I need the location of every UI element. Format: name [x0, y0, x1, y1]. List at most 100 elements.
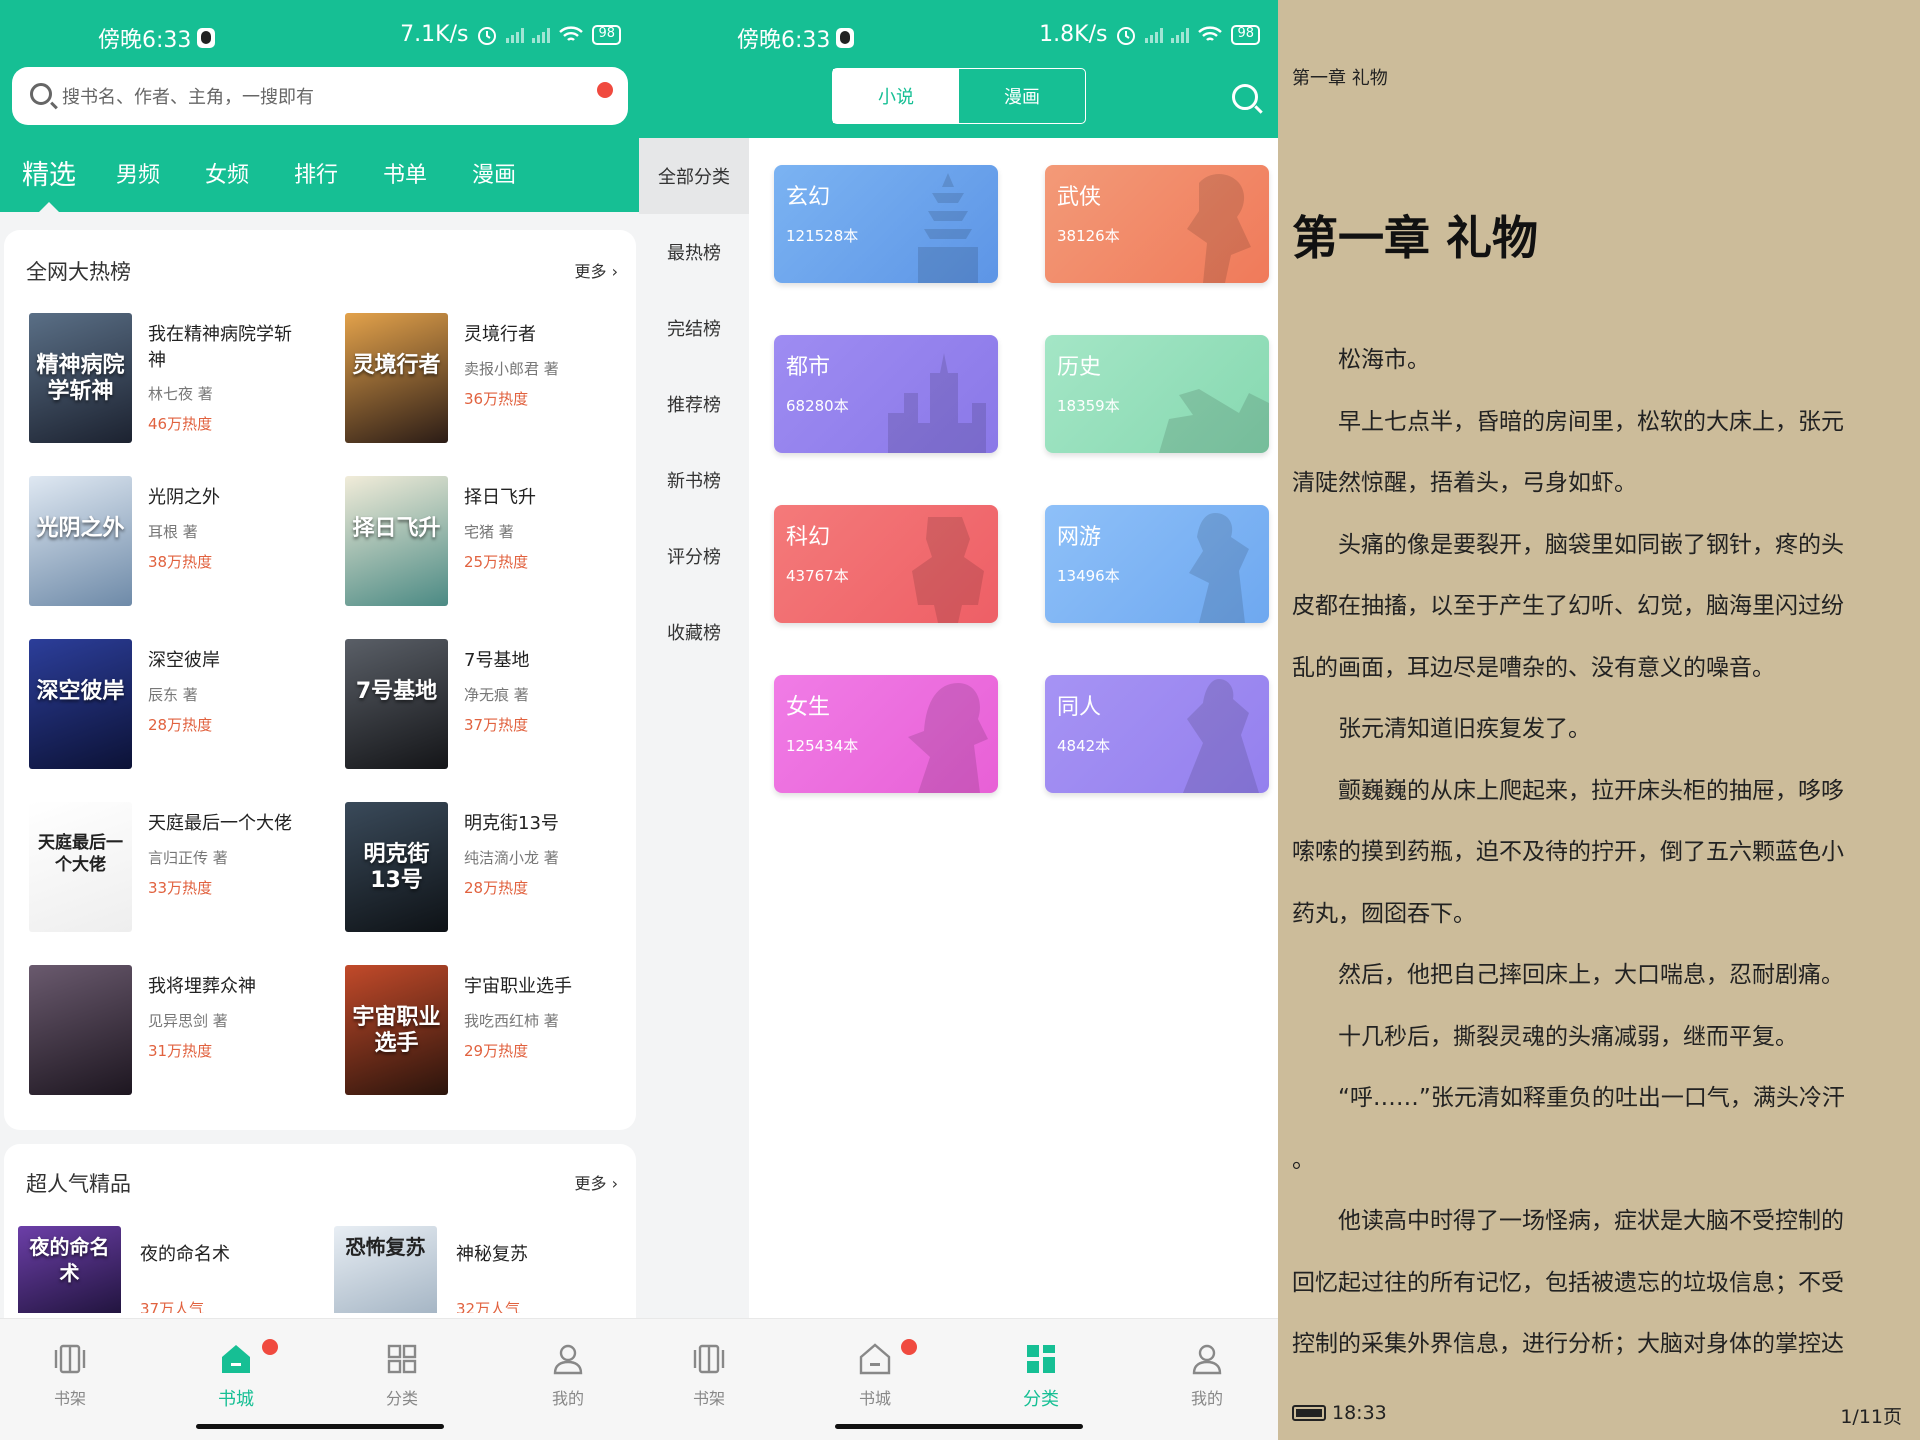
nav-bookstore[interactable]: 书城	[196, 1339, 278, 1411]
segment-comic[interactable]: 漫画	[959, 69, 1085, 123]
text-line: 张元清知道旧疾复发了。	[1338, 716, 1591, 742]
bottom-nav: 书架 书城 分类 我的	[639, 1318, 1278, 1440]
popular-card: 超人气精品 更多 › 夜的命名术 夜的命名术 37万人气 恐怖复苏 神秘复苏 32万人气	[4, 1144, 636, 1344]
book-title: 夜的命名术	[140, 1244, 230, 1265]
category-card[interactable]: 武侠 38126本	[1045, 165, 1269, 283]
category-name: 科幻	[786, 525, 831, 550]
nav-bookshelf[interactable]: 书架	[669, 1341, 749, 1409]
wifi-icon	[559, 25, 584, 41]
qq-icon	[836, 28, 855, 48]
text-line: 控制的采集外界信息，进行分析；大脑对身体的掌控达	[1292, 1331, 1844, 1357]
segment-novel[interactable]: 小说	[833, 69, 959, 123]
category-card[interactable]: 都市 68280本	[774, 335, 998, 453]
book-item[interactable]: 天庭最后一个大佬 天庭最后一个大佬 言归正传 著 33万热度	[29, 802, 329, 937]
nav-bookstore[interactable]: 书城	[835, 1339, 917, 1409]
sidebar-item-new[interactable]: 新书榜	[639, 442, 749, 518]
category-card[interactable]: 同人 4842本	[1045, 675, 1269, 793]
nav-profile[interactable]: 我的	[1167, 1341, 1247, 1409]
book-item[interactable]: 恐怖复苏 神秘复苏 32万人气	[326, 1218, 630, 1313]
book-item[interactable]: 择日飞升 择日飞升 宅猪 著 25万热度	[345, 476, 639, 611]
sidebar-item-all[interactable]: 全部分类	[639, 138, 749, 214]
book-item[interactable]: 光阴之外 光阴之外 耳根 著 38万热度	[29, 476, 329, 611]
nav-profile[interactable]: 我的	[528, 1341, 608, 1409]
search-input[interactable]: 搜书名、作者、主角，一搜即有	[12, 67, 628, 125]
category-card[interactable]: 玄幻 121528本	[774, 165, 998, 283]
text-line: 皮都在抽搐，以至于产生了幻听、幻觉，脑海里闪过纷	[1292, 593, 1844, 619]
book-item[interactable]: 深空彼岸 深空彼岸 辰东 著 28万热度	[29, 639, 329, 774]
home-indicator[interactable]	[196, 1424, 444, 1429]
reader-panel: 第一章 礼物 第一章 礼物 松海市。 早上七点半，昏暗的房间里，松软的大床上，张元…	[1278, 0, 1920, 1440]
category-card[interactable]: 女生 125434本	[774, 675, 998, 793]
more-link[interactable]: 更多 ›	[575, 1170, 619, 1194]
sidebar-item-favorites[interactable]: 收藏榜	[639, 594, 749, 670]
status-time: 傍晚6:33	[737, 28, 831, 53]
tab-male[interactable]: 男频	[116, 157, 160, 189]
tab-booklist[interactable]: 书单	[383, 157, 427, 189]
network-speed: 1.8K/s	[1039, 22, 1108, 47]
category-card[interactable]: 网游 13496本	[1045, 505, 1269, 623]
book-item[interactable]: 7号基地 7号基地 净无痕 著 37万热度	[345, 639, 639, 774]
cover-title: 恐怖复苏	[345, 1235, 426, 1259]
book-title: 光阴之外	[148, 487, 220, 508]
nav-bookshelf[interactable]: 书架	[30, 1341, 110, 1409]
category-tabs: 精选 男频 女频 排行 书单 漫画	[0, 155, 639, 211]
book-author: 卖报小郎君 著	[464, 360, 559, 378]
user-icon	[1192, 1344, 1222, 1375]
home-indicator[interactable]	[835, 1424, 1083, 1429]
warrior-icon	[1189, 513, 1249, 623]
book-title: 我将埋葬众神	[148, 976, 256, 997]
nav-label: 书架	[53, 1389, 86, 1408]
sidebar-item-recommended[interactable]: 推荐榜	[639, 366, 749, 442]
type-switch: 小说 漫画	[832, 68, 1086, 124]
battery-icon	[1292, 1405, 1326, 1421]
page-indicator: 1/11页	[1840, 1406, 1902, 1428]
notification-dot	[597, 82, 613, 98]
text-line: 松海市。	[1338, 347, 1430, 373]
book-cover: 光阴之外	[29, 476, 132, 606]
category-count: 38126本	[1057, 227, 1120, 245]
book-author: 辰东 著	[148, 686, 198, 704]
more-link[interactable]: 更多 ›	[575, 258, 619, 282]
text-line: 他读高中时得了一场怪病，症状是大脑不受控制的	[1338, 1208, 1844, 1234]
category-count: 18359本	[1057, 397, 1120, 415]
book-item[interactable]: 宇宙职业选手 宇宙职业选手 我吃西红柿 著 29万热度	[345, 965, 639, 1100]
book-item[interactable]: 我将埋葬众神 见异思剑 著 31万热度	[29, 965, 329, 1100]
sidebar-item-hottest[interactable]: 最热榜	[639, 214, 749, 290]
book-item[interactable]: 明克街13号 明克街13号 纯洁滴小龙 著 28万热度	[345, 802, 639, 937]
nav-label: 我的	[551, 1389, 584, 1408]
badge-dot	[262, 1339, 278, 1355]
category-count: 43767本	[786, 567, 849, 585]
hot-list-card: 全网大热榜 更多 › 精神病院学斩神 我在精神病院学斩神 林七夜 著 46万热度 灵境行…	[4, 230, 636, 1130]
book-author: 耳根 著	[148, 523, 198, 541]
tab-comics[interactable]: 漫画	[472, 157, 516, 189]
home-icon	[222, 1345, 250, 1373]
category-name: 女生	[786, 695, 831, 720]
category-count: 68280本	[786, 397, 849, 415]
book-item[interactable]: 精神病院学斩神 我在精神病院学斩神 林七夜 著 46万热度	[29, 313, 329, 448]
category-card[interactable]: 历史 18359本	[1045, 335, 1269, 453]
chapter-text[interactable]: 松海市。 早上七点半，昏暗的房间里，松软的大床上，张元 清陡然惊醒，捂着头，弓身如虾…	[1292, 334, 1908, 1380]
bookstore-panel: 傍晚6:33 7.1K/s 98 搜书名、作者、主角，一搜即有 精选 男频 女频…	[0, 0, 639, 1440]
nav-category[interactable]: 分类	[1001, 1341, 1081, 1411]
category-count: 121528本	[786, 227, 859, 245]
text-line: 回忆起过往的所有记忆，包括被遗忘的垃圾信息；不受	[1292, 1269, 1844, 1296]
book-item[interactable]: 夜的命名术 夜的命名术 37万人气	[10, 1218, 314, 1313]
book-heat: 29万热度	[464, 1042, 529, 1060]
book-cover: 精神病院学斩神	[29, 313, 132, 443]
tab-featured[interactable]: 精选	[22, 153, 76, 192]
book-heat: 32万人气	[456, 1300, 521, 1313]
book-author: 见异思剑 著	[148, 1012, 228, 1030]
tab-ranking[interactable]: 排行	[294, 157, 338, 189]
category-card[interactable]: 科幻 43767本	[774, 505, 998, 623]
badge-dot	[901, 1339, 917, 1355]
search-icon[interactable]	[1232, 84, 1258, 110]
sidebar-item-completed[interactable]: 完结榜	[639, 290, 749, 366]
sidebar-item-rating[interactable]: 评分榜	[639, 518, 749, 594]
book-author: 林七夜 著	[148, 385, 213, 403]
text-line: 嗦嗦的摸到药瓶，迫不及待的拧开，倒了五六颗蓝色小	[1292, 839, 1844, 865]
tab-female[interactable]: 女频	[205, 157, 249, 189]
section-title: 超人气精品	[26, 1172, 131, 1196]
book-item[interactable]: 灵境行者 灵境行者 卖报小郎君 著 36万热度	[345, 313, 639, 448]
category-name: 网游	[1057, 525, 1102, 550]
nav-category[interactable]: 分类	[362, 1341, 442, 1409]
